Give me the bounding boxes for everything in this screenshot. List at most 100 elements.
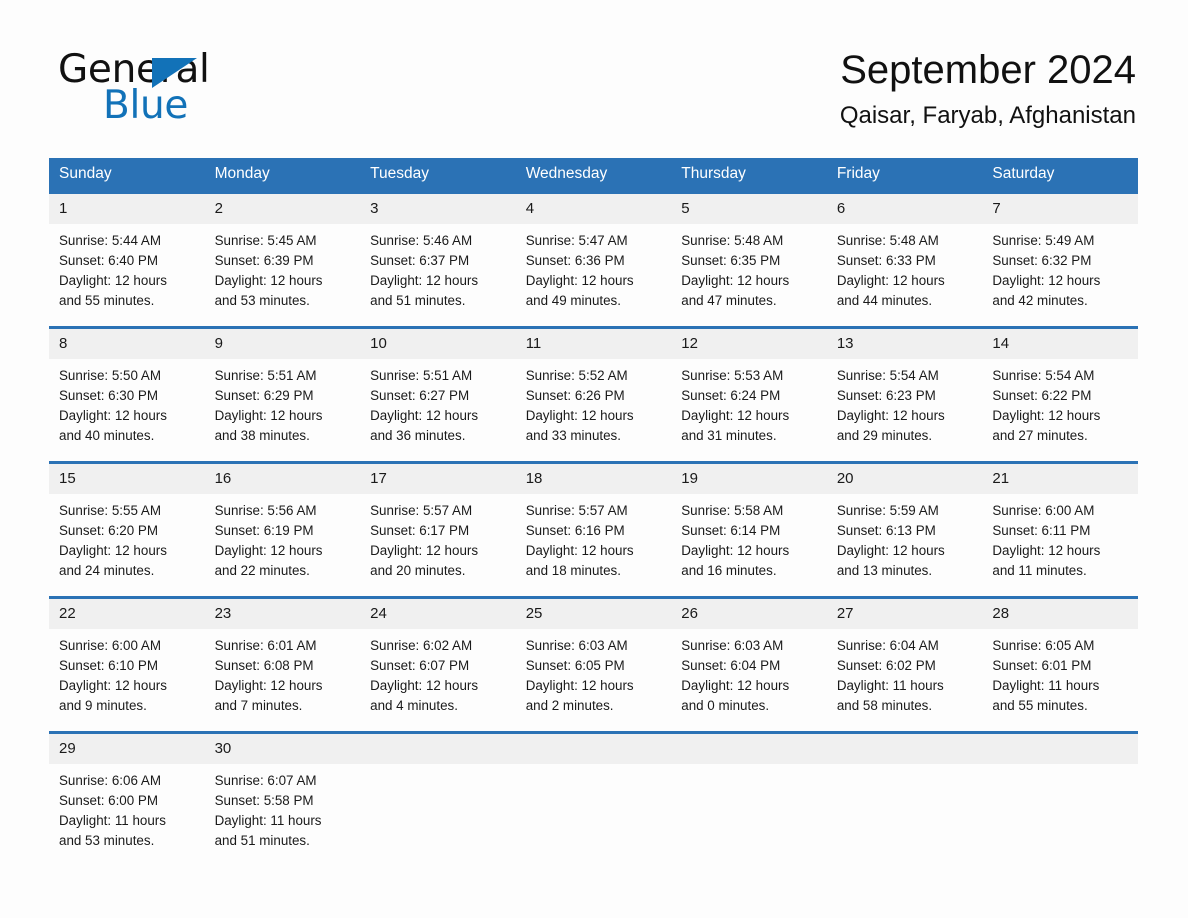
daylight-text-line1: Daylight: 12 hours	[59, 678, 167, 693]
week-row: 29 Sunrise: 6:06 AM Sunset: 6:00 PM Dayl…	[49, 731, 1138, 866]
column-header-monday: Monday	[204, 158, 361, 193]
day-cell[interactable]: 11 Sunrise: 5:52 AM Sunset: 6:26 PM Dayl…	[515, 326, 672, 463]
day-number: 10	[360, 329, 516, 359]
day-cell[interactable]: 5 Sunrise: 5:48 AM Sunset: 6:35 PM Dayli…	[671, 191, 827, 328]
day-cell[interactable]: 20 Sunrise: 5:59 AM Sunset: 6:13 PM Dayl…	[826, 461, 983, 598]
day-number: 19	[671, 464, 827, 494]
day-cell[interactable]: 4 Sunrise: 5:47 AM Sunset: 6:36 PM Dayli…	[515, 191, 672, 328]
day-cell[interactable]: 6 Sunrise: 5:48 AM Sunset: 6:33 PM Dayli…	[826, 191, 983, 328]
daylight-text-line1: Daylight: 12 hours	[370, 273, 479, 288]
sunrise-text: Sunrise: 5:51 AM	[214, 368, 317, 383]
day-number: 11	[515, 329, 672, 359]
day-cell[interactable]: 19 Sunrise: 5:58 AM Sunset: 6:14 PM Dayl…	[671, 461, 827, 598]
daylight-text-line1: Daylight: 12 hours	[370, 408, 479, 423]
daylight-text-line1: Daylight: 11 hours	[836, 678, 944, 693]
day-number	[826, 734, 983, 764]
sunrise-text: Sunrise: 5:48 AM	[836, 233, 939, 248]
day-cell[interactable]: 28 Sunrise: 6:05 AM Sunset: 6:01 PM Dayl…	[982, 596, 1138, 733]
sunset-text: Sunset: 5:58 PM	[214, 793, 314, 808]
daylight-text-line1: Daylight: 12 hours	[214, 678, 323, 693]
daylight-text-line2: and 58 minutes.	[836, 698, 933, 713]
day-details: Sunrise: 6:00 AM Sunset: 6:10 PM Dayligh…	[49, 629, 205, 716]
day-number: 12	[671, 329, 827, 359]
day-details: Sunrise: 6:06 AM Sunset: 6:00 PM Dayligh…	[49, 764, 205, 851]
day-cell[interactable]: 13 Sunrise: 5:54 AM Sunset: 6:23 PM Dayl…	[826, 326, 983, 463]
daylight-text-line1: Daylight: 12 hours	[525, 678, 634, 693]
day-cell[interactable]: 30 Sunrise: 6:07 AM Sunset: 5:58 PM Dayl…	[204, 731, 361, 866]
day-number	[671, 734, 827, 764]
day-number: 15	[49, 464, 205, 494]
sunrise-text: Sunrise: 6:03 AM	[525, 638, 628, 653]
day-cell[interactable]: 2 Sunrise: 5:45 AM Sunset: 6:39 PM Dayli…	[204, 191, 361, 328]
sunset-text: Sunset: 6:10 PM	[59, 658, 158, 673]
location-subtitle: Qaisar, Faryab, Afghanistan	[839, 102, 1136, 129]
day-cell[interactable]: 15 Sunrise: 5:55 AM Sunset: 6:20 PM Dayl…	[49, 461, 205, 598]
daylight-text-line1: Daylight: 12 hours	[214, 543, 323, 558]
daylight-text-line1: Daylight: 11 hours	[214, 813, 322, 828]
daylight-text-line1: Daylight: 11 hours	[992, 678, 1100, 693]
day-cell[interactable]: 10 Sunrise: 5:51 AM Sunset: 6:27 PM Dayl…	[360, 326, 516, 463]
daylight-text-line2: and 55 minutes.	[59, 293, 155, 308]
day-cell[interactable]: 17 Sunrise: 5:57 AM Sunset: 6:17 PM Dayl…	[360, 461, 516, 598]
day-details: Sunrise: 5:54 AM Sunset: 6:23 PM Dayligh…	[827, 359, 983, 446]
day-cell-empty	[515, 731, 672, 866]
day-details	[516, 764, 672, 771]
day-cell[interactable]: 27 Sunrise: 6:04 AM Sunset: 6:02 PM Dayl…	[826, 596, 983, 733]
day-number: 16	[204, 464, 361, 494]
day-details: Sunrise: 5:57 AM Sunset: 6:16 PM Dayligh…	[516, 494, 672, 581]
day-cell[interactable]: 1 Sunrise: 5:44 AM Sunset: 6:40 PM Dayli…	[49, 191, 205, 328]
day-cell[interactable]: 12 Sunrise: 5:53 AM Sunset: 6:24 PM Dayl…	[671, 326, 827, 463]
day-cell[interactable]: 29 Sunrise: 6:06 AM Sunset: 6:00 PM Dayl…	[49, 731, 205, 866]
sunset-text: Sunset: 6:32 PM	[992, 253, 1092, 268]
sunrise-text: Sunrise: 5:57 AM	[525, 503, 628, 518]
day-cell[interactable]: 7 Sunrise: 5:49 AM Sunset: 6:32 PM Dayli…	[982, 191, 1138, 328]
day-details: Sunrise: 6:04 AM Sunset: 6:02 PM Dayligh…	[827, 629, 983, 716]
day-number: 17	[360, 464, 516, 494]
sunrise-text: Sunrise: 5:58 AM	[681, 503, 784, 518]
logo-text-blue: Blue	[103, 83, 189, 128]
daylight-text-line2: and 40 minutes.	[59, 428, 155, 443]
day-number: 25	[515, 599, 672, 629]
day-cell[interactable]: 26 Sunrise: 6:03 AM Sunset: 6:04 PM Dayl…	[671, 596, 827, 733]
day-number: 29	[49, 734, 205, 764]
daylight-text-line2: and 16 minutes.	[681, 563, 777, 578]
day-details	[360, 764, 516, 771]
day-details: Sunrise: 5:57 AM Sunset: 6:17 PM Dayligh…	[360, 494, 516, 581]
sunrise-text: Sunrise: 5:48 AM	[681, 233, 784, 248]
day-cell[interactable]: 9 Sunrise: 5:51 AM Sunset: 6:29 PM Dayli…	[204, 326, 361, 463]
daylight-text-line1: Daylight: 12 hours	[992, 273, 1101, 288]
daylight-text-line1: Daylight: 12 hours	[681, 543, 790, 558]
day-cell[interactable]: 3 Sunrise: 5:46 AM Sunset: 6:37 PM Dayli…	[360, 191, 516, 328]
day-cell[interactable]: 18 Sunrise: 5:57 AM Sunset: 6:16 PM Dayl…	[515, 461, 672, 598]
sunrise-text: Sunrise: 6:02 AM	[370, 638, 473, 653]
daylight-text-line1: Daylight: 12 hours	[681, 408, 790, 423]
sunset-text: Sunset: 6:13 PM	[836, 523, 936, 538]
day-cell[interactable]: 24 Sunrise: 6:02 AM Sunset: 6:07 PM Dayl…	[360, 596, 516, 733]
daylight-text-line1: Daylight: 12 hours	[681, 273, 790, 288]
daylight-text-line2: and 53 minutes.	[59, 833, 155, 848]
day-number: 8	[49, 329, 205, 359]
day-number: 21	[982, 464, 1138, 494]
sunset-text: Sunset: 6:00 PM	[59, 793, 158, 808]
day-number	[982, 734, 1138, 764]
column-header-thursday: Thursday	[671, 158, 827, 193]
day-number: 20	[826, 464, 983, 494]
sunrise-text: Sunrise: 6:06 AM	[59, 773, 161, 788]
sunset-text: Sunset: 6:29 PM	[214, 388, 314, 403]
day-cell[interactable]: 22 Sunrise: 6:00 AM Sunset: 6:10 PM Dayl…	[49, 596, 205, 733]
day-cell[interactable]: 8 Sunrise: 5:50 AM Sunset: 6:30 PM Dayli…	[49, 326, 205, 463]
day-details: Sunrise: 5:47 AM Sunset: 6:36 PM Dayligh…	[516, 224, 672, 311]
day-cell[interactable]: 23 Sunrise: 6:01 AM Sunset: 6:08 PM Dayl…	[204, 596, 361, 733]
sunrise-sunset-calendar: Sunday Monday Tuesday Wednesday Thursday…	[49, 158, 1138, 866]
day-cell[interactable]: 14 Sunrise: 5:54 AM Sunset: 6:22 PM Dayl…	[982, 326, 1138, 463]
day-details: Sunrise: 5:56 AM Sunset: 6:19 PM Dayligh…	[205, 494, 361, 581]
day-cell-empty	[826, 731, 983, 866]
sunset-text: Sunset: 6:33 PM	[836, 253, 936, 268]
day-cell[interactable]: 21 Sunrise: 6:00 AM Sunset: 6:11 PM Dayl…	[982, 461, 1138, 598]
daylight-text-line2: and 20 minutes.	[370, 563, 466, 578]
daylight-text-line2: and 11 minutes.	[992, 563, 1087, 578]
sunrise-text: Sunrise: 5:57 AM	[370, 503, 473, 518]
day-cell[interactable]: 25 Sunrise: 6:03 AM Sunset: 6:05 PM Dayl…	[515, 596, 672, 733]
day-cell[interactable]: 16 Sunrise: 5:56 AM Sunset: 6:19 PM Dayl…	[204, 461, 361, 598]
day-details: Sunrise: 6:02 AM Sunset: 6:07 PM Dayligh…	[360, 629, 516, 716]
